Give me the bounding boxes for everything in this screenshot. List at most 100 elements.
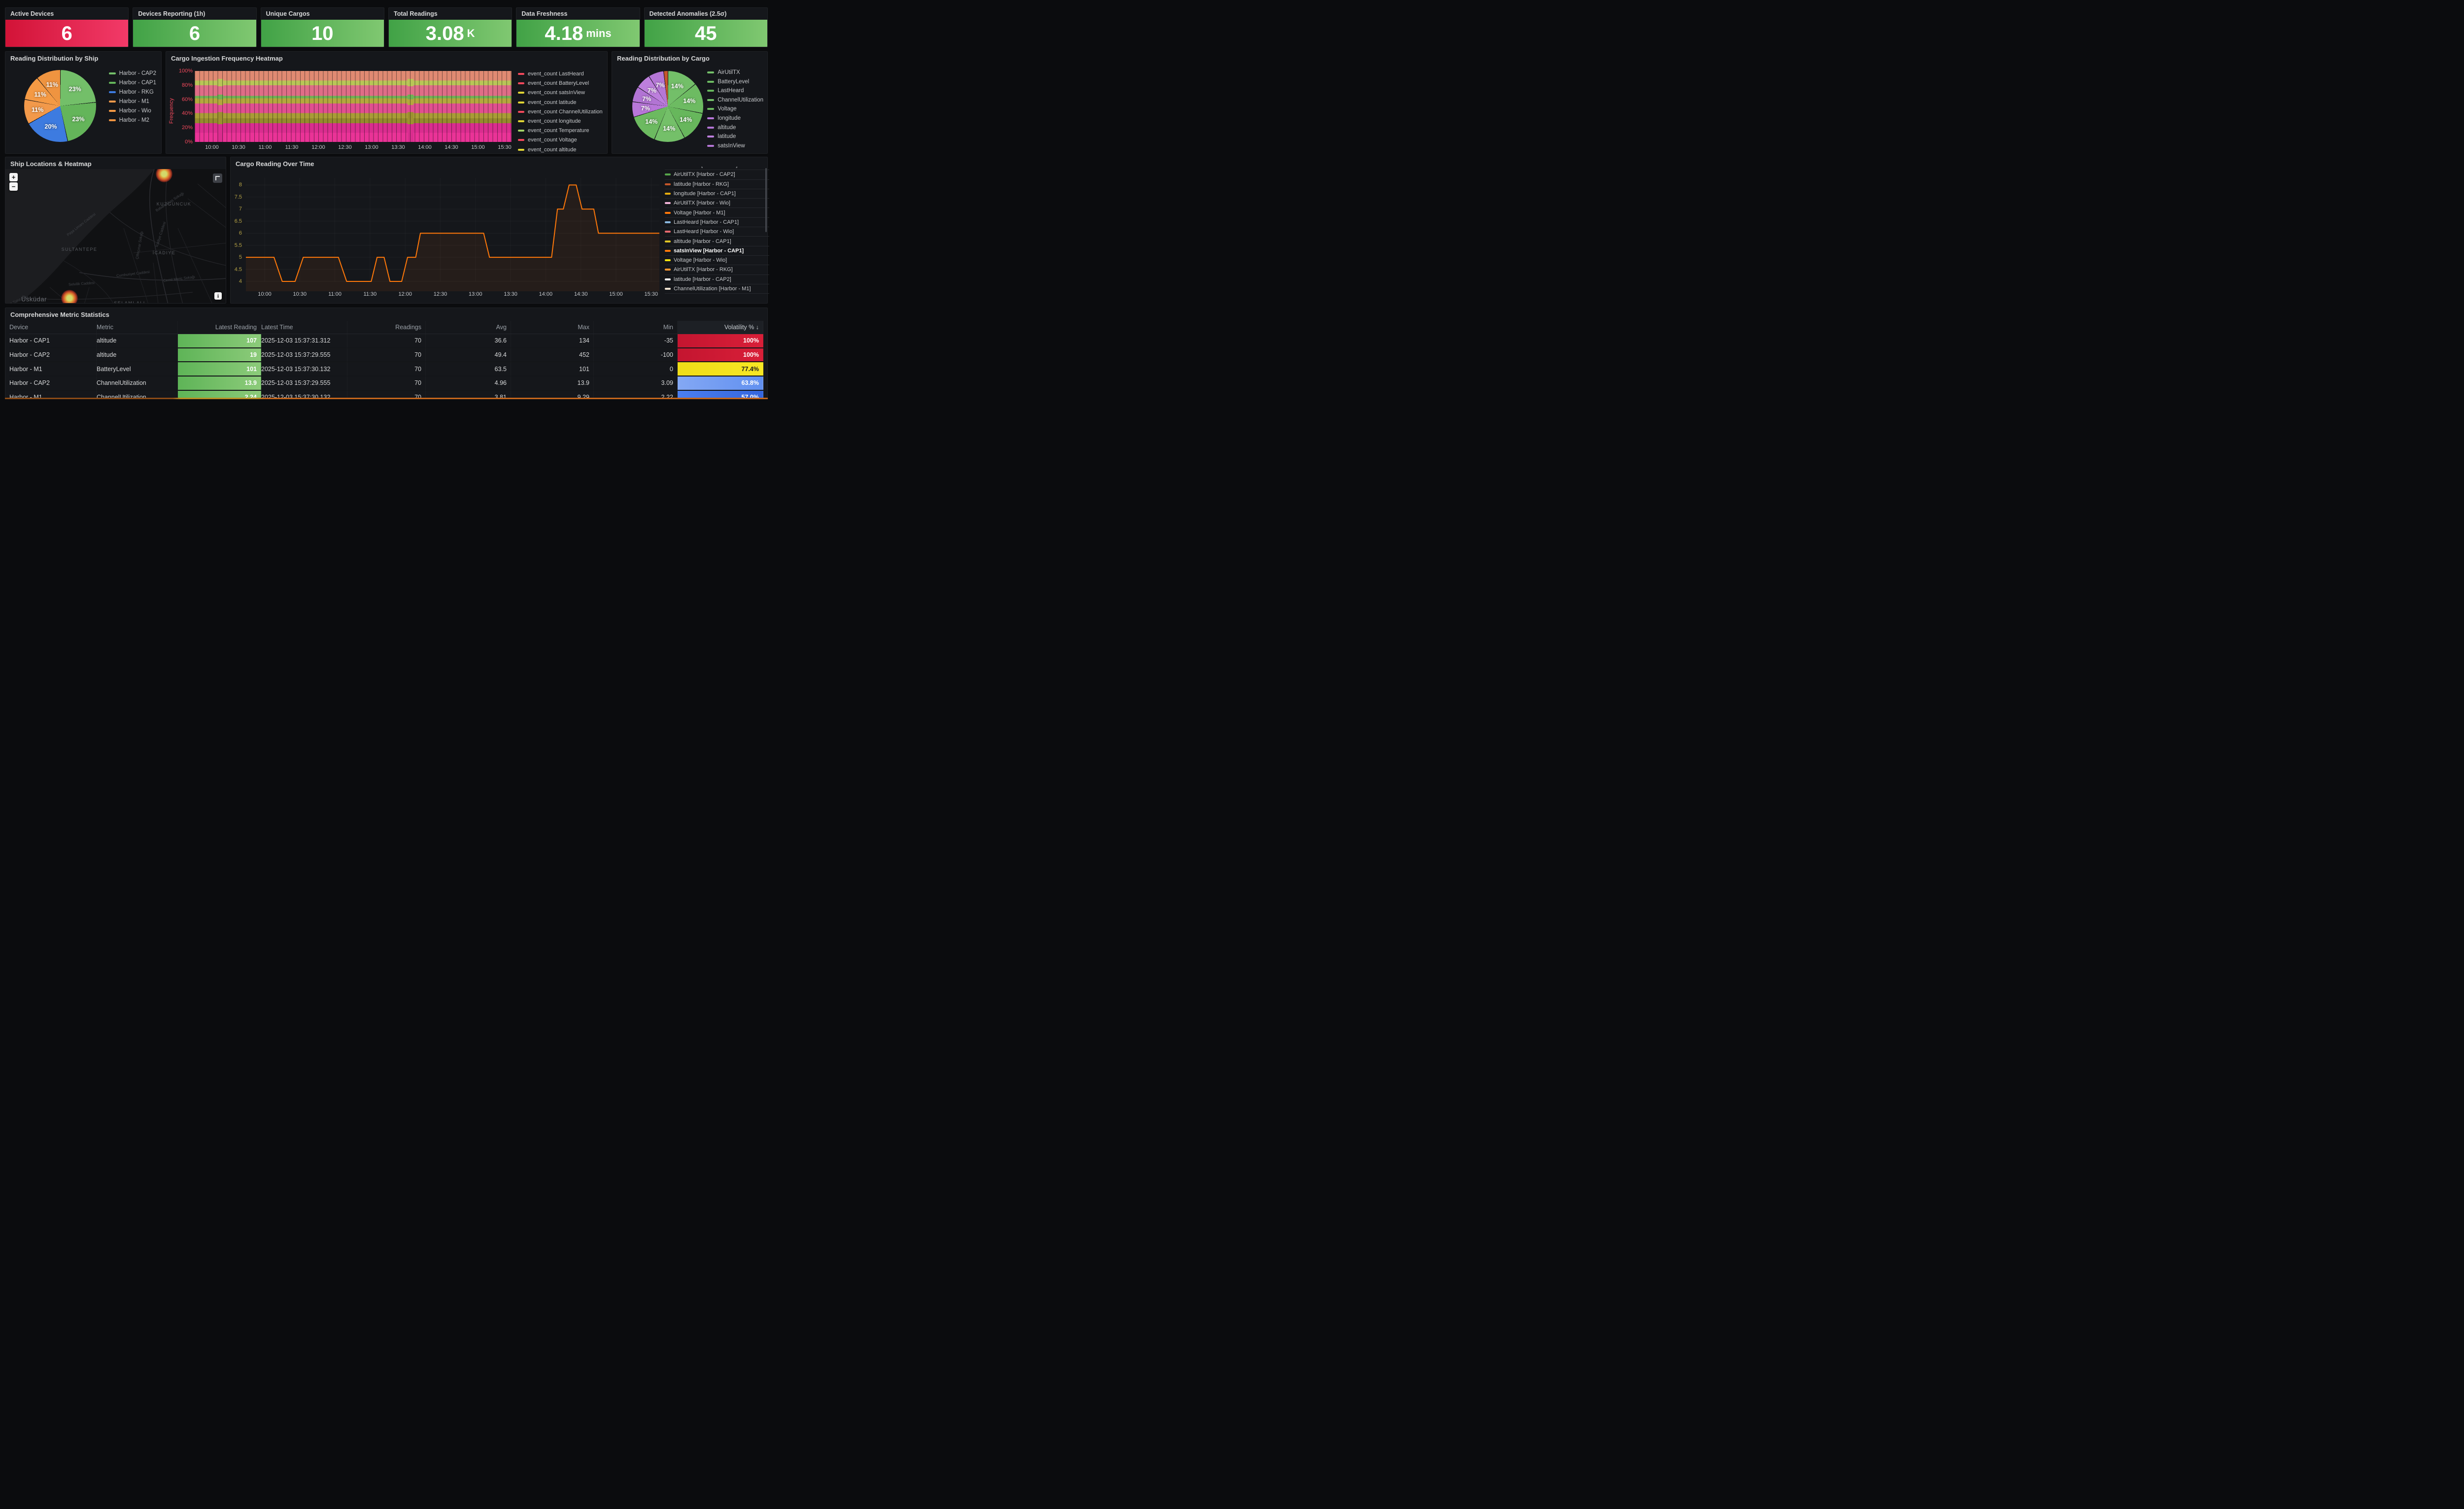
table-column-header[interactable]: Device [9, 321, 97, 334]
legend-swatch [109, 91, 116, 93]
pie-slice-value: 7% [656, 82, 665, 89]
stat-value: 6 [62, 24, 72, 43]
heatmap-y-tick: 20% [173, 125, 193, 131]
legend-swatch [707, 117, 714, 119]
table-column-header[interactable]: Max [511, 321, 594, 334]
table-cell-min: -35 [594, 334, 678, 348]
legend-swatch [665, 183, 671, 185]
panel-title[interactable]: Comprehensive Metric Statistics [5, 308, 767, 320]
panel-metric-statistics: Comprehensive Metric Statistics DeviceMe… [5, 308, 768, 398]
table-cell-metric: altitude [97, 334, 178, 348]
table-column-header[interactable]: Min [594, 321, 678, 334]
legend-scrollbar[interactable] [765, 168, 767, 232]
table-column-header[interactable]: Metric [97, 321, 178, 334]
legend-item[interactable]: event_count satsInView [518, 90, 603, 96]
legend-item-label: event_count longitude [528, 118, 581, 124]
series-legend-item[interactable]: AirUtilTX [Harbor - Wio] [665, 199, 769, 208]
legend-item[interactable]: event_count altitude [518, 147, 603, 153]
legend-item[interactable]: event_count longitude [518, 118, 603, 124]
table-column-header[interactable]: Latest Time [261, 321, 347, 334]
series-legend-item[interactable]: AirUtilTX [Harbor - RKG] [665, 265, 769, 274]
legend-item-label: Harbor - RKG [119, 89, 154, 95]
stat-title[interactable]: Active Devices [5, 8, 128, 20]
panel-title[interactable]: Ship Locations & Heatmap [5, 157, 226, 170]
series-legend-item[interactable]: ChannelUtilization [Harbor - M1] [665, 284, 769, 294]
legend-item[interactable]: event_count BatteryLevel [518, 80, 603, 86]
map-canvas[interactable]: KUZGUNCUKSULTANTEPEİCADIYESELAMI ALIÜskü… [5, 169, 226, 303]
legend-item[interactable]: event_count Voltage [518, 137, 603, 143]
legend-item[interactable]: event_count Temperature [518, 128, 603, 134]
heatmap-x-tick: 14:30 [445, 144, 458, 150]
series-legend-item[interactable]: Voltage [Harbor - M1] [665, 208, 769, 217]
series-legend-item[interactable]: satsInView [Harbor - RKG] [665, 167, 769, 170]
stat-title[interactable]: Devices Reporting (1h) [133, 8, 256, 20]
map-place-label: SULTANTEPE [62, 247, 98, 252]
legend-item[interactable]: Harbor - M2 [109, 117, 156, 123]
series-legend-item[interactable]: satsInView [Harbor - CAP1] [665, 246, 769, 256]
table-column-header[interactable]: Volatility % ↓ [678, 321, 763, 334]
panel-title[interactable]: Reading Distribution by Ship [5, 52, 161, 64]
measure-ruler-icon[interactable] [213, 173, 222, 183]
legend-swatch [707, 99, 714, 101]
legend-swatch [518, 82, 524, 84]
legend-item[interactable]: Voltage [707, 106, 763, 112]
series-legend-item[interactable]: latitude [Harbor - CAP2] [665, 275, 769, 284]
table-cell-metric: altitude [97, 348, 178, 363]
legend-item[interactable]: event_count ChannelUtilization [518, 109, 603, 115]
legend-item[interactable]: Harbor - CAP1 [109, 80, 156, 86]
legend-swatch [109, 72, 116, 74]
timeseries-plot[interactable] [245, 178, 659, 291]
series-legend-item[interactable]: altitude [Harbor - CAP1] [665, 237, 769, 246]
legend-item[interactable]: ChannelUtilization [707, 97, 763, 103]
series-legend-item[interactable]: Voltage [Harbor - Wio] [665, 256, 769, 265]
table-column-header[interactable]: Readings [347, 321, 426, 334]
timeseries-x-tick: 12:30 [434, 291, 447, 297]
panel-title[interactable]: Reading Distribution by Cargo [612, 52, 767, 64]
timeseries-x-tick: 15:00 [609, 291, 623, 297]
stat-unit: K [467, 27, 475, 40]
heatmap-plot[interactable] [195, 71, 512, 142]
table-column-header[interactable]: Latest Reading [178, 321, 261, 334]
legend-swatch [665, 173, 671, 175]
legend-item[interactable]: AirUtilTX [707, 69, 763, 75]
series-legend-item[interactable]: longitude [Harbor - CAP1] [665, 189, 769, 199]
stat-title[interactable]: Data Freshness [516, 8, 639, 20]
legend-item[interactable]: BatteryLevel [707, 79, 763, 85]
series-legend-item[interactable]: latitude [Harbor - RKG] [665, 180, 769, 189]
heatmap-grid [195, 71, 512, 142]
series-legend-item[interactable]: LastHeard [Harbor - Wio] [665, 227, 769, 237]
legend-item[interactable]: longitude [707, 115, 763, 121]
legend-item[interactable]: event_count LastHeard [518, 71, 603, 77]
legend-item[interactable]: LastHeard [707, 88, 763, 94]
series-legend-label: LastHeard [Harbor - Wio] [674, 229, 734, 235]
legend-item[interactable]: Harbor - RKG [109, 89, 156, 95]
series-legend-item[interactable]: AirUtilTX [Harbor - CAP2] [665, 170, 769, 179]
legend-item[interactable]: Harbor - M1 [109, 99, 156, 104]
legend-item[interactable]: event_count latitude [518, 100, 603, 105]
legend-swatch [707, 81, 714, 83]
stat-title[interactable]: Detected Anomalies (2.5σ) [645, 8, 767, 20]
stat-title[interactable]: Total Readings [389, 8, 512, 20]
table-column-header[interactable]: Avg [426, 321, 511, 334]
stat-title-text: Devices Reporting (1h) [138, 10, 205, 17]
heatmap-x-tick: 10:00 [205, 144, 219, 150]
table-cell-min: -100 [594, 348, 678, 363]
legend-item[interactable]: Harbor - CAP2 [109, 70, 156, 76]
panel-title[interactable]: Cargo Ingestion Frequency Heatmap [166, 52, 607, 64]
series-legend-item[interactable]: LastHeard [Harbor - CAP1] [665, 218, 769, 227]
ship-heat-marker[interactable] [61, 290, 78, 303]
map-zoom-out-button[interactable]: − [9, 182, 18, 191]
legend-item[interactable]: Harbor - Wio [109, 108, 156, 114]
legend-item[interactable]: altitude [707, 125, 763, 131]
legend-item-label: Harbor - M2 [119, 117, 149, 123]
table-cell-latest-time: 2025-12-03 15:37:29.555 [261, 348, 347, 363]
legend-item-label: LastHeard [718, 88, 744, 94]
legend-item[interactable]: latitude [707, 134, 763, 139]
map-zoom-in-button[interactable]: + [9, 173, 18, 181]
map-info-button[interactable]: i [214, 292, 222, 300]
timeseries-y-tick: 8 [231, 182, 242, 188]
table-cell-avg: 4.96 [426, 377, 511, 391]
legend-item[interactable]: satsInView [707, 143, 763, 149]
stat-title[interactable]: Unique Cargos [261, 8, 384, 20]
table-cell-avg: 63.5 [426, 362, 511, 377]
